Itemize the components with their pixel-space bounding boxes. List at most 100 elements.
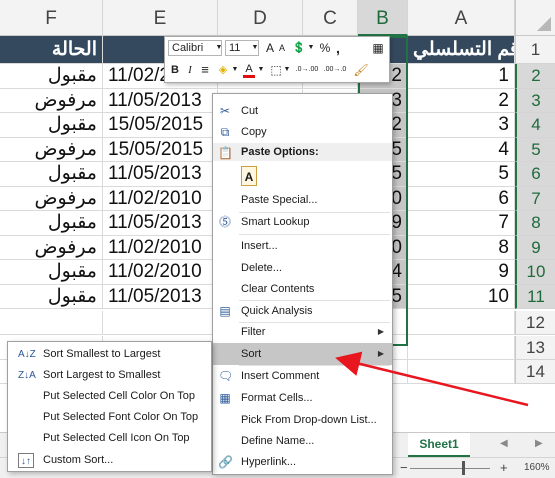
menu-item-pick-from-list[interactable]: Pick From Drop-down List... [213, 409, 392, 431]
menu-item-clear-contents[interactable]: Clear Contents [213, 278, 392, 300]
cell-status[interactable]: مرفوض [0, 235, 103, 260]
row-header[interactable]: 9 [515, 235, 555, 260]
increase-decimal-button[interactable]: .0→.00 [295, 62, 319, 78]
cell-status[interactable]: مرفوض [0, 137, 103, 162]
row-header[interactable]: 10 [515, 260, 555, 285]
font-size-dropdown-icon[interactable]: ▼ [251, 40, 259, 56]
fill-color-icon[interactable]: ◈ [215, 62, 231, 78]
align-button[interactable]: ≡ [199, 62, 211, 78]
row-header[interactable]: 5 [515, 137, 555, 162]
cell-date[interactable]: 11/05/2013 [103, 211, 218, 236]
column-header-b[interactable]: B [358, 0, 408, 36]
cell-serial[interactable]: 10 [408, 284, 515, 309]
font-color-button[interactable]: A [243, 62, 255, 78]
cell-date[interactable]: 11/05/2013 [103, 162, 218, 187]
cell-date[interactable]: 11/02/2010 [103, 186, 218, 211]
column-header-a[interactable]: A [408, 0, 515, 36]
font-name-box[interactable]: Calibri [168, 40, 222, 56]
cell-date[interactable]: 11/05/2013 [103, 284, 218, 309]
italic-button[interactable]: I [184, 62, 196, 78]
cell-status[interactable]: مقبول [0, 162, 103, 187]
cell-icon-on-top-item[interactable]: Put Selected Cell Icon On Top [8, 428, 211, 449]
menu-item-hyperlink[interactable]: 🔗 Hyperlink... [213, 451, 392, 473]
zoom-slider-thumb[interactable] [462, 461, 465, 475]
menu-item-define-name[interactable]: Define Name... [213, 430, 392, 452]
empty-cell[interactable] [0, 311, 103, 335]
cell-serial[interactable]: 9 [408, 260, 515, 285]
cell-status[interactable]: مقبول [0, 260, 103, 285]
sort-descending-item[interactable]: Z↓A Sort Largest to Smallest [8, 365, 211, 386]
menu-item-delete[interactable]: Delete... [213, 257, 392, 279]
cell-serial[interactable]: 6 [408, 186, 515, 211]
row-header[interactable]: 12 [515, 311, 555, 335]
borders-dropdown-icon[interactable]: ▼ [283, 62, 291, 78]
cell-serial[interactable]: 4 [408, 137, 515, 162]
percent-button[interactable]: % [319, 40, 331, 56]
menu-item-paste-special[interactable]: Paste Special... [213, 189, 392, 211]
tab-scroll-left-icon[interactable]: ◀ [500, 438, 508, 449]
cell-date[interactable]: 11/02/2010 [103, 260, 218, 285]
cell-serial[interactable]: 8 [408, 235, 515, 260]
grow-font-button[interactable]: A [264, 40, 276, 56]
fill-color-dropdown-icon[interactable]: ▼ [231, 62, 239, 78]
format-painter-icon[interactable]: 🖌 [353, 62, 369, 78]
menu-item-quick-analysis[interactable]: ▤ Quick Analysis [213, 300, 392, 322]
empty-cell[interactable] [103, 311, 218, 335]
zoom-out-button[interactable]: − [400, 460, 408, 475]
empty-cell[interactable] [408, 360, 515, 384]
decrease-decimal-button[interactable]: .00→.0 [323, 62, 347, 78]
cell-date[interactable]: 15/05/2015 [103, 137, 218, 162]
row-header[interactable]: 11 [515, 284, 555, 309]
menu-item-sort[interactable]: Sort ▶ [213, 343, 392, 365]
cell-color-on-top-item[interactable]: Put Selected Cell Color On Top [8, 386, 211, 407]
empty-cell[interactable] [408, 335, 515, 360]
menu-item-filter[interactable]: Filter ▶ [213, 321, 392, 343]
zoom-level[interactable]: 160% [524, 462, 550, 473]
shrink-font-button[interactable]: A [277, 40, 287, 56]
row-header[interactable]: 2 [515, 64, 555, 89]
zoom-in-button[interactable]: + [500, 460, 508, 475]
cell-serial[interactable]: 3 [408, 113, 515, 138]
zoom-slider[interactable] [410, 468, 490, 469]
borders-icon[interactable]: ⬚ [269, 62, 283, 78]
row-header[interactable]: 8 [515, 211, 555, 236]
column-header-d[interactable]: D [218, 0, 303, 36]
cell-status[interactable]: مقبول [0, 113, 103, 138]
cell-date[interactable]: 15/05/2015 [103, 113, 218, 138]
cell-serial[interactable]: 2 [408, 88, 515, 113]
cell-status[interactable]: مقبول [0, 64, 103, 89]
font-color-on-top-item[interactable]: Put Selected Font Color On Top [8, 407, 211, 428]
row-header[interactable]: 1 [515, 36, 555, 64]
row-header[interactable]: 6 [515, 162, 555, 187]
select-all-button[interactable] [515, 0, 555, 36]
menu-item-format-cells[interactable]: ▦ Format Cells... [213, 387, 392, 409]
cell-status[interactable]: مرفوض [0, 88, 103, 113]
row-header[interactable]: 4 [515, 113, 555, 138]
cell-serial[interactable]: 1 [408, 64, 515, 89]
bold-button[interactable]: B [169, 62, 181, 78]
menu-item-smart-lookup[interactable]: ⓹ Smart Lookup [213, 211, 392, 233]
paste-option-values[interactable]: A [213, 164, 392, 190]
borders-table-icon[interactable]: ▦ [371, 40, 385, 56]
cell-date[interactable]: 11/05/2013 [103, 88, 218, 113]
menu-item-insert-comment[interactable]: 🗨 Insert Comment [213, 365, 392, 387]
currency-dropdown-icon[interactable]: ▼ [307, 40, 315, 56]
cell-status[interactable]: مقبول [0, 284, 103, 309]
row-header[interactable]: 13 [515, 335, 555, 360]
column-header-e[interactable]: E [103, 0, 218, 36]
font-color-dropdown-icon[interactable]: ▼ [257, 62, 265, 78]
column-header-c[interactable]: C [303, 0, 358, 36]
sheet-tab[interactable]: Sheet1 [408, 433, 470, 457]
custom-sort-item[interactable]: ↓↑ Custom Sort... [8, 450, 211, 471]
cell-date[interactable]: 11/02/2010 [103, 235, 218, 260]
menu-item-cut[interactable]: ✂ Cut [213, 100, 392, 122]
tab-scroll-right-icon[interactable]: ▶ [535, 438, 543, 449]
menu-item-copy[interactable]: ⧉ Copy [213, 121, 392, 143]
row-header[interactable]: 3 [515, 88, 555, 113]
currency-icon[interactable]: 💲 [291, 40, 307, 56]
menu-item-insert[interactable]: Insert... [213, 235, 392, 257]
comma-style-button[interactable]: , [333, 40, 343, 56]
header-cell-serial[interactable]: الرقم التسلسلي [408, 36, 515, 64]
empty-cell[interactable] [408, 311, 515, 335]
cell-serial[interactable]: 5 [408, 162, 515, 187]
